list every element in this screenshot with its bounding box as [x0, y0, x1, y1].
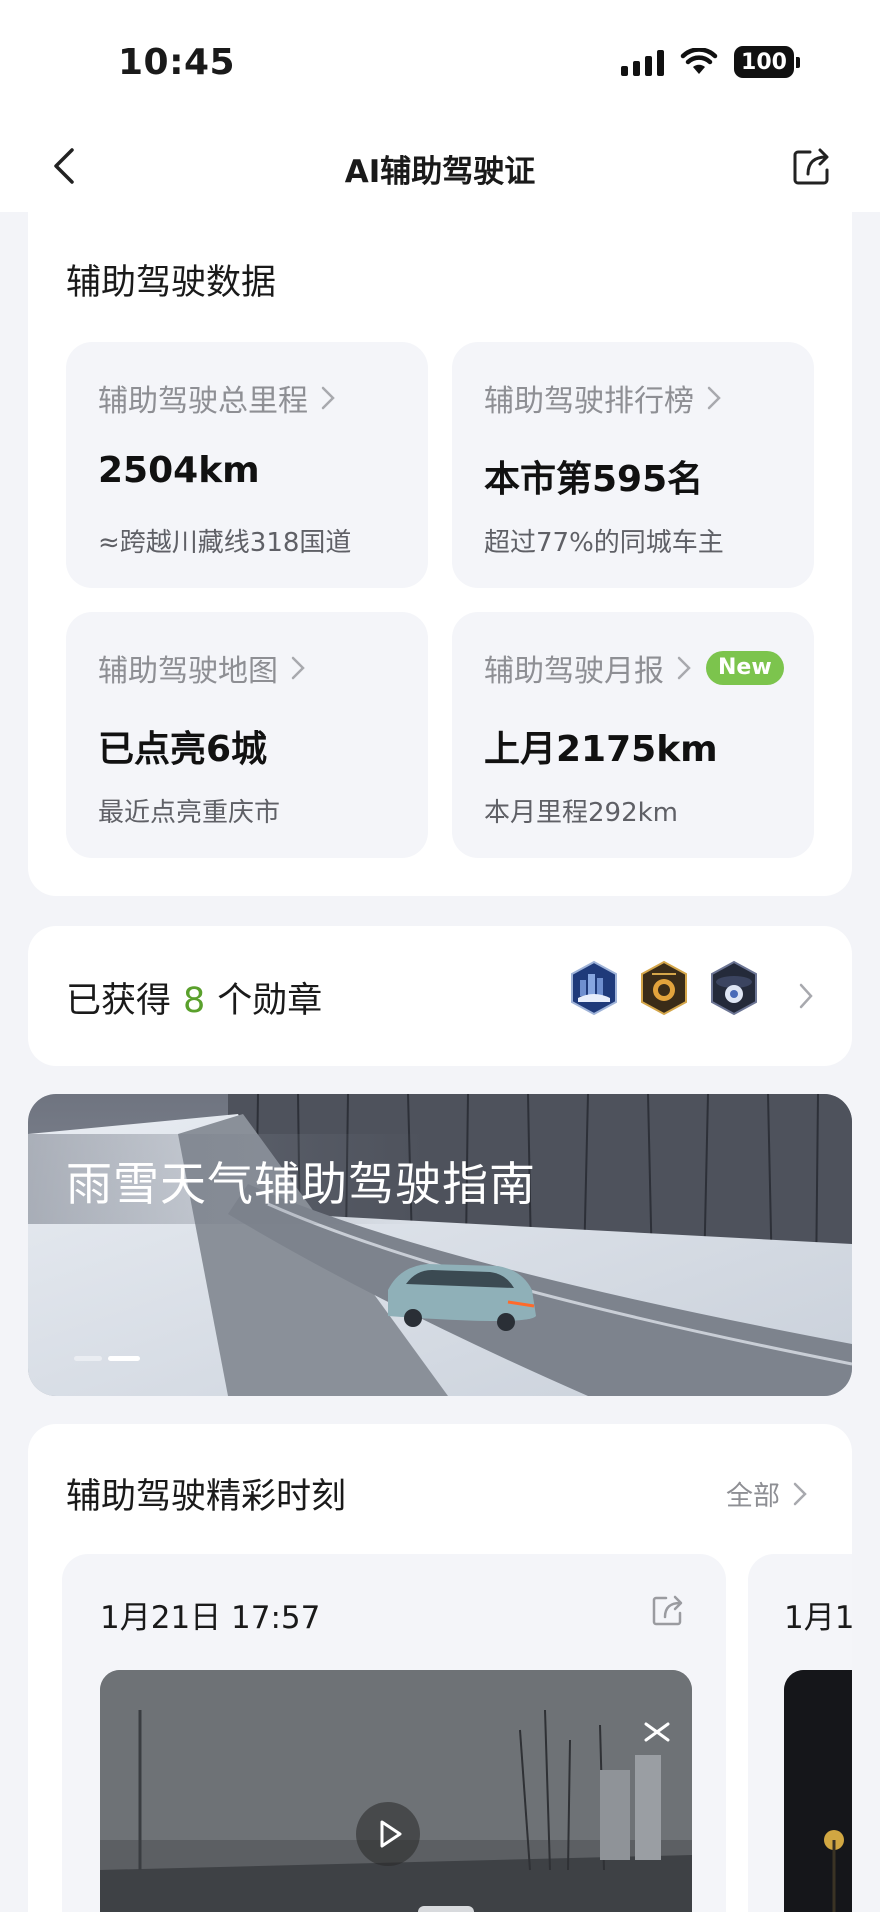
play-icon	[380, 1820, 402, 1848]
close-icon[interactable]	[642, 1720, 672, 1744]
tile-label: 辅助驾驶排行榜	[484, 376, 722, 420]
tile-value: 2504km	[98, 450, 260, 491]
share-icon[interactable]	[788, 142, 836, 190]
signal-icon	[621, 48, 664, 76]
car-medal-icon	[641, 960, 687, 1016]
tile-monthly-report[interactable]: 辅助驾驶月报 New 上月2175km 本月里程292km	[452, 612, 814, 858]
driving-data-card: 辅助驾驶数据 辅助驾驶总里程 2504km ≈跨越川藏线318国道 辅助驾驶排行…	[28, 210, 852, 896]
tile-value: 本市第595名	[484, 459, 704, 500]
hat-medal-icon	[711, 960, 757, 1016]
tile-ranking[interactable]: 辅助驾驶排行榜 本市第595名 超过77%的同城车主	[452, 342, 814, 588]
tile-value: 上月2175km	[484, 729, 718, 770]
section-title-driving-data: 辅助驾驶数据	[66, 263, 277, 303]
tile-label-text: 辅助驾驶地图	[98, 654, 278, 689]
tile-map[interactable]: 辅助驾驶地图 已点亮6城 最近点亮重庆市	[66, 612, 428, 858]
view-all-button[interactable]: 全部	[726, 1474, 808, 1513]
night-video-image	[784, 1670, 852, 1912]
city-medal-icon	[571, 960, 617, 1016]
battery-icon: 100	[734, 46, 800, 78]
tile-label-text: 辅助驾驶月报	[484, 654, 664, 689]
carousel-indicator	[74, 1356, 140, 1361]
snow-guide-banner[interactable]: 雨雪天气辅助驾驶指南	[28, 1094, 852, 1396]
tile-sub: ≈跨越川藏线318国道	[98, 528, 352, 558]
tile-label: 辅助驾驶总里程	[98, 376, 336, 420]
banner-title: 雨雪天气辅助驾驶指南	[66, 1157, 536, 1211]
tile-sub: 本月里程292km	[484, 798, 679, 828]
road-video-image	[100, 1670, 692, 1912]
video-thumbnail[interactable]	[100, 1670, 692, 1912]
status-icons: 100	[621, 46, 800, 78]
chevron-right-icon	[793, 1482, 807, 1505]
nav-bar: AI辅助驾驶证	[0, 120, 880, 212]
view-all-label: 全部	[726, 1481, 780, 1512]
medals-summary: 已获得 8 个勋章	[66, 972, 322, 1023]
tile-value: 已点亮6城	[98, 729, 268, 770]
chevron-right-icon	[799, 983, 813, 1009]
tile-label: 辅助驾驶月报 New	[484, 646, 784, 690]
battery-level: 100	[734, 46, 794, 78]
tile-label-text: 辅助驾驶排行榜	[484, 384, 694, 419]
tile-total-mileage[interactable]: 辅助驾驶总里程 2504km ≈跨越川藏线318国道	[66, 342, 428, 588]
video-thumbnail[interactable]	[784, 1670, 852, 1912]
chevron-right-icon	[707, 386, 721, 410]
wifi-icon	[680, 48, 718, 74]
tile-label-text: 辅助驾驶总里程	[98, 384, 308, 419]
moment-date: 1月21日 17:57	[100, 1600, 321, 1636]
medal-icons	[568, 960, 760, 1016]
moment-card[interactable]: 1月1	[748, 1554, 852, 1912]
section-title-highlights: 辅助驾驶精彩时刻	[66, 1477, 347, 1517]
medals-prefix: 已获得	[66, 981, 172, 1021]
tile-sub: 超过77%的同城车主	[484, 528, 724, 558]
highlights-card: 辅助驾驶精彩时刻 全部 1月21日 17:57 1月1	[28, 1424, 852, 1912]
play-button[interactable]	[356, 1802, 420, 1866]
tile-label: 辅助驾驶地图	[98, 646, 306, 690]
chevron-right-icon	[291, 656, 305, 680]
chevron-right-icon	[321, 386, 335, 410]
chevron-right-icon	[677, 656, 691, 680]
medals-card[interactable]: 已获得 8 个勋章	[28, 926, 852, 1066]
medals-count: 8	[183, 981, 206, 1021]
moment-date: 1月1	[784, 1600, 852, 1636]
medals-suffix: 个勋章	[217, 981, 323, 1021]
tile-sub: 最近点亮重庆市	[98, 798, 281, 828]
moment-card[interactable]: 1月21日 17:57	[62, 1554, 726, 1912]
status-bar: 10:45 100	[0, 0, 880, 120]
share-icon[interactable]	[648, 1590, 688, 1630]
page-title: AI辅助驾驶证	[344, 154, 536, 190]
new-badge: New	[706, 651, 784, 685]
status-time: 10:45	[118, 42, 236, 83]
